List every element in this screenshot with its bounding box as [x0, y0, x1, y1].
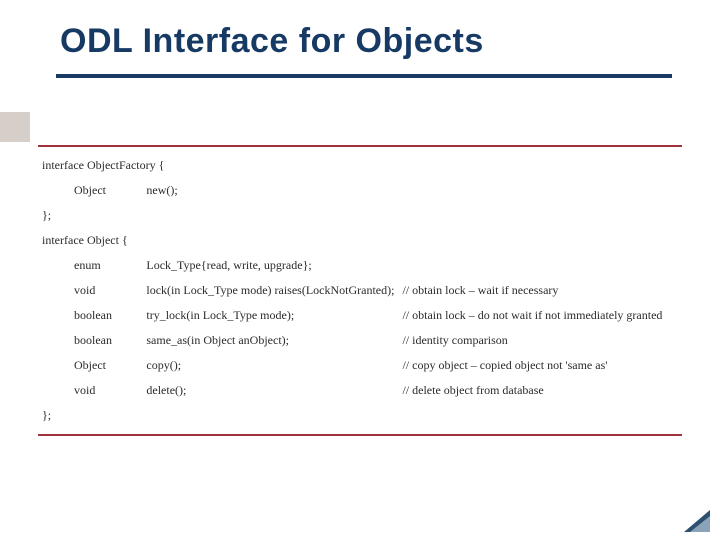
code-comment: // obtain lock – do not wait if not imme…	[398, 303, 682, 328]
code-type: void	[38, 378, 142, 403]
code-type: enum	[38, 253, 142, 278]
code-row: interface ObjectFactory {	[38, 153, 682, 178]
code-signature: delete();	[142, 378, 398, 403]
code-row: void delete(); // delete object from dat…	[38, 378, 682, 403]
code-text: interface ObjectFactory {	[38, 153, 682, 178]
code-listing: interface ObjectFactory { Object new(); …	[38, 145, 682, 436]
code-comment: // obtain lock – wait if necessary	[398, 278, 682, 303]
top-rule	[38, 145, 682, 147]
code-signature: new();	[142, 178, 398, 203]
code-comment: // identity comparison	[398, 328, 682, 353]
code-row: void lock(in Lock_Type mode) raises(Lock…	[38, 278, 682, 303]
code-row: boolean same_as(in Object anObject); // …	[38, 328, 682, 353]
code-table: interface ObjectFactory { Object new(); …	[38, 153, 682, 428]
code-type: boolean	[38, 328, 142, 353]
bottom-rule	[38, 434, 682, 436]
slide-title: ODL Interface for Objects	[60, 22, 680, 61]
code-signature: lock(in Lock_Type mode) raises(LockNotGr…	[142, 278, 398, 303]
code-signature: Lock_Type{read, write, upgrade};	[142, 253, 682, 278]
page-curl-icon	[684, 510, 710, 532]
code-comment: // copy object – copied object not 'same…	[398, 353, 682, 378]
code-row: interface Object {	[38, 228, 682, 253]
code-row: };	[38, 403, 682, 428]
title-underline	[56, 74, 672, 78]
code-type: Object	[38, 178, 142, 203]
slide: ODL Interface for Objects interface Obje…	[0, 0, 720, 540]
code-row: };	[38, 203, 682, 228]
side-accent-tab	[0, 112, 30, 142]
code-type: boolean	[38, 303, 142, 328]
code-row: Object copy(); // copy object – copied o…	[38, 353, 682, 378]
code-signature: try_lock(in Lock_Type mode);	[142, 303, 398, 328]
code-row: boolean try_lock(in Lock_Type mode); // …	[38, 303, 682, 328]
code-signature: copy();	[142, 353, 398, 378]
code-row: enum Lock_Type{read, write, upgrade};	[38, 253, 682, 278]
code-text: };	[38, 203, 682, 228]
code-comment: // delete object from database	[398, 378, 682, 403]
code-text: interface Object {	[38, 228, 682, 253]
code-comment	[398, 178, 682, 203]
code-type: Object	[38, 353, 142, 378]
code-text: };	[38, 403, 682, 428]
code-type: void	[38, 278, 142, 303]
code-signature: same_as(in Object anObject);	[142, 328, 398, 353]
code-row: Object new();	[38, 178, 682, 203]
